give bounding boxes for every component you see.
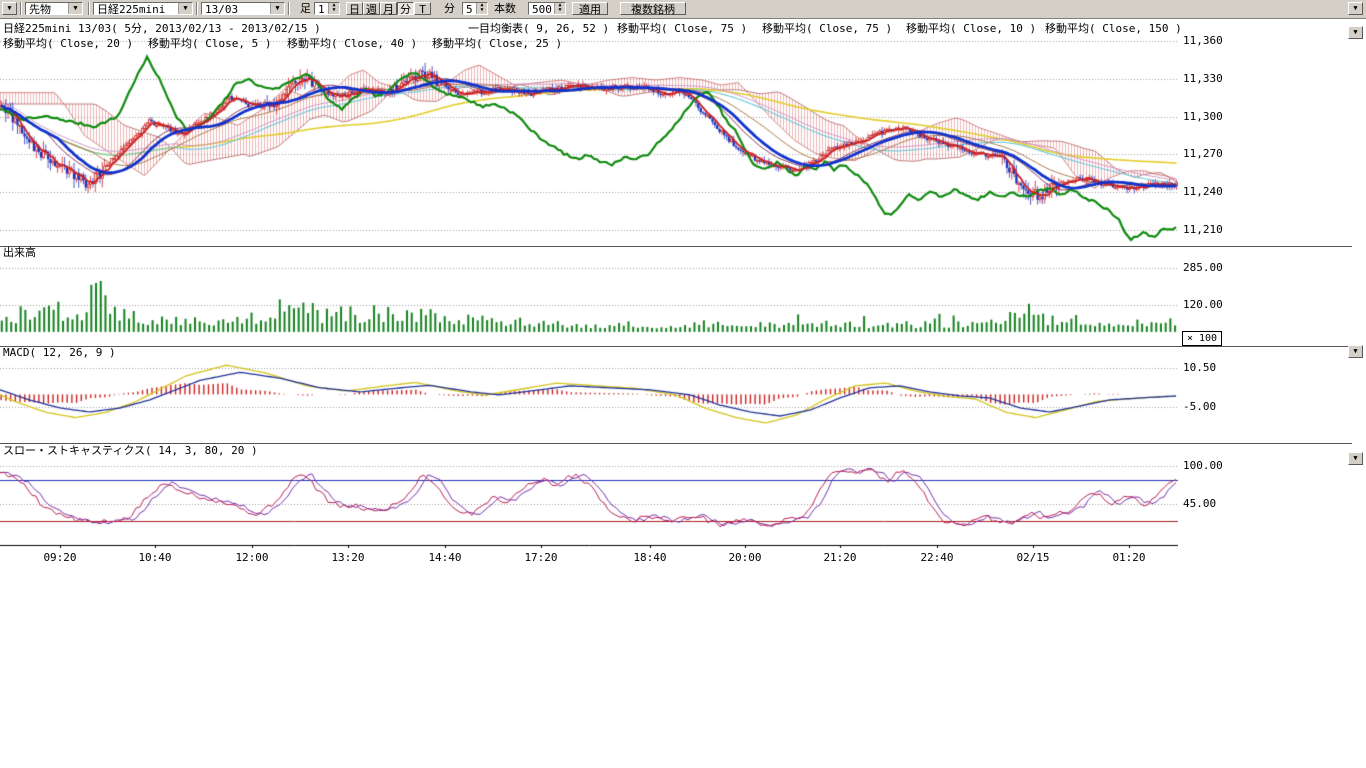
- toolbar-separator: [196, 2, 198, 15]
- x-axis-tick-label: 13:20: [324, 551, 372, 564]
- indicator-label: 移動平均( Close, 10 ): [906, 23, 1036, 35]
- period-button-T[interactable]: T: [414, 2, 431, 15]
- toolbar-separator: [288, 2, 290, 15]
- spin-down-icon[interactable]: ▼: [329, 8, 339, 13]
- contract-month-value: 13/03: [205, 3, 238, 16]
- x-axis-tick-label: 01:20: [1105, 551, 1153, 564]
- price-panel-dropdown-button[interactable]: ▼: [1348, 26, 1363, 39]
- y-axis-tick-label: 10.50: [1183, 361, 1216, 374]
- toolbar-separator: [88, 2, 90, 15]
- symbol-select-value: 日経225mini: [97, 3, 165, 16]
- x-axis-tick-label: 09:20: [36, 551, 84, 564]
- y-axis-tick-label: 120.00: [1183, 298, 1223, 311]
- y-axis-tick-label: 285.00: [1183, 261, 1223, 274]
- period-button-分[interactable]: 分: [397, 2, 414, 15]
- minutes-value: 5: [466, 3, 473, 16]
- category-select[interactable]: 先物 ▼: [25, 2, 83, 15]
- chart-title: 日経225mini 13/03( 5分, 2013/02/13 - 2013/0…: [3, 23, 321, 35]
- period-button-週[interactable]: 週: [363, 2, 380, 15]
- stoch-panel-dropdown-button[interactable]: ▼: [1348, 452, 1363, 465]
- bar-count-stepper[interactable]: 500 ▲▼: [528, 2, 566, 15]
- y-axis-tick-label: 11,300: [1183, 110, 1223, 123]
- category-select-value: 先物: [29, 3, 51, 16]
- indicator-label: 移動平均( Close, 150 ): [1045, 23, 1182, 35]
- contract-month-select[interactable]: 13/03 ▼: [201, 2, 285, 15]
- multi-symbol-button[interactable]: 複数銘柄: [620, 2, 686, 15]
- y-axis-tick-label: 11,270: [1183, 147, 1223, 160]
- stoch-panel-label: スロー・ストキャスティクス( 14, 3, 80, 20 ): [3, 445, 258, 457]
- x-axis-tick-label: 10:40: [131, 551, 179, 564]
- chevron-down-icon[interactable]: ▼: [68, 3, 82, 14]
- volume-panel-label: 出来高: [3, 247, 36, 259]
- x-axis-tick-label: 17:20: [517, 551, 565, 564]
- toolbar-separator: [20, 2, 22, 15]
- y-axis-tick-label: -5.00: [1183, 400, 1216, 413]
- toolbar-left-dropdown-button[interactable]: ▼: [2, 2, 17, 15]
- indicator-label: 一目均衡表( 9, 26, 52 ): [468, 23, 609, 35]
- indicator-label: 移動平均( Close, 25 ): [432, 38, 562, 50]
- interval-value: 1: [318, 3, 325, 16]
- indicator-label: 移動平均( Close, 75 ): [762, 23, 892, 35]
- minute-unit-label: 分: [444, 2, 455, 15]
- chevron-down-icon[interactable]: ▼: [178, 3, 192, 14]
- period-button-月[interactable]: 月: [380, 2, 397, 15]
- x-axis-tick-label: 18:40: [626, 551, 674, 564]
- toolbar: ▼ 先物 ▼ 日経225mini ▼ 13/03 ▼ 足 1 ▲▼ 分 5 ▲▼: [0, 0, 1366, 19]
- x-axis-tick-label: 12:00: [228, 551, 276, 564]
- panel-divider: [0, 346, 1352, 347]
- indicator-label: 移動平均( Close, 5 ): [148, 38, 271, 50]
- chevron-down-icon[interactable]: ▼: [270, 3, 284, 14]
- y-axis-tick-label: 11,210: [1183, 223, 1223, 236]
- y-axis-tick-label: 11,360: [1183, 34, 1223, 47]
- chart-application: ▼ 先物 ▼ 日経225mini ▼ 13/03 ▼ 足 1 ▲▼ 分 5 ▲▼: [0, 0, 1366, 768]
- x-axis-tick-label: 22:40: [913, 551, 961, 564]
- x-axis-tick-label: 21:20: [816, 551, 864, 564]
- symbol-select[interactable]: 日経225mini ▼: [93, 2, 193, 15]
- x-axis-tick-label: 02/15: [1009, 551, 1057, 564]
- x-axis-tick-label: 14:40: [421, 551, 469, 564]
- bar-count-value: 500: [532, 3, 552, 16]
- indicator-label: 移動平均( Close, 40 ): [287, 38, 417, 50]
- toolbar-scroll-dropdown-button[interactable]: ▼: [1348, 2, 1363, 15]
- x-axis-tick-label: 20:00: [721, 551, 769, 564]
- apply-button[interactable]: 適用: [572, 2, 608, 15]
- y-axis-tick-label: 11,330: [1183, 72, 1223, 85]
- minutes-stepper[interactable]: 5 ▲▼: [462, 2, 488, 15]
- y-axis-tick-label: 11,240: [1183, 185, 1223, 198]
- y-axis-tick-label: 45.00: [1183, 497, 1216, 510]
- volume-multiplier-badge: × 100: [1182, 331, 1222, 346]
- interval-stepper[interactable]: 1 ▲▼: [314, 2, 340, 15]
- spin-down-icon[interactable]: ▼: [555, 8, 565, 13]
- bar-count-label: 本数: [494, 2, 516, 15]
- indicator-label: 移動平均( Close, 75 ): [617, 23, 747, 35]
- chevron-down-icon: ▼: [3, 3, 16, 14]
- macd-panel-label: MACD( 12, 26, 9 ): [3, 347, 116, 359]
- macd-panel-dropdown-button[interactable]: ▼: [1348, 345, 1363, 358]
- spin-down-icon[interactable]: ▼: [477, 8, 487, 13]
- y-axis-tick-label: 100.00: [1183, 459, 1223, 472]
- bar-type-label: 足: [300, 2, 311, 15]
- panel-divider: [0, 246, 1352, 247]
- period-button-日[interactable]: 日: [346, 2, 363, 15]
- indicator-label: 移動平均( Close, 20 ): [3, 38, 133, 50]
- price-chart-canvas[interactable]: [0, 22, 1178, 548]
